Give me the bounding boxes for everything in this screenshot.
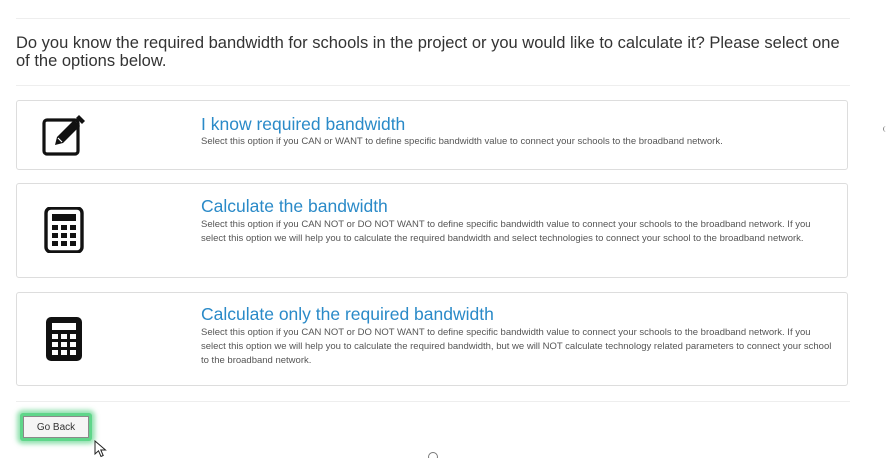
option-title: Calculate the bandwidth bbox=[201, 196, 388, 216]
option-description: Select this option if you CAN NOT or DO … bbox=[201, 219, 811, 244]
go-back-button[interactable]: Go Back bbox=[23, 416, 89, 438]
page-question: Do you know the required bandwidth for s… bbox=[16, 34, 840, 70]
option-calculate-bandwidth[interactable]: Calculate the bandwidth Select this opti… bbox=[16, 183, 848, 278]
bandwidth-selection-page: Do you know the required bandwidth for s… bbox=[0, 0, 886, 458]
option-know-bandwidth[interactable]: I know required bandwidth Select this op… bbox=[16, 100, 848, 170]
option-description: Select this option if you CAN NOT or DO … bbox=[201, 327, 832, 366]
option-calculate-only-bandwidth[interactable]: Calculate only the required bandwidth Se… bbox=[16, 292, 848, 386]
go-back-highlight: Go Back bbox=[20, 413, 92, 441]
scroll-indicator-icon bbox=[428, 452, 438, 458]
calculator-icon bbox=[41, 207, 87, 253]
option-description: Select this option if you CAN or WANT to… bbox=[201, 136, 723, 147]
question-divider bbox=[16, 85, 850, 86]
edit-icon bbox=[41, 112, 87, 158]
top-divider bbox=[16, 18, 850, 19]
calculator-icon bbox=[41, 316, 87, 362]
option-title: Calculate only the required bandwidth bbox=[201, 304, 494, 324]
option-title: I know required bandwidth bbox=[201, 114, 406, 134]
bottom-divider bbox=[16, 401, 850, 402]
mouse-pointer-icon bbox=[94, 439, 108, 458]
